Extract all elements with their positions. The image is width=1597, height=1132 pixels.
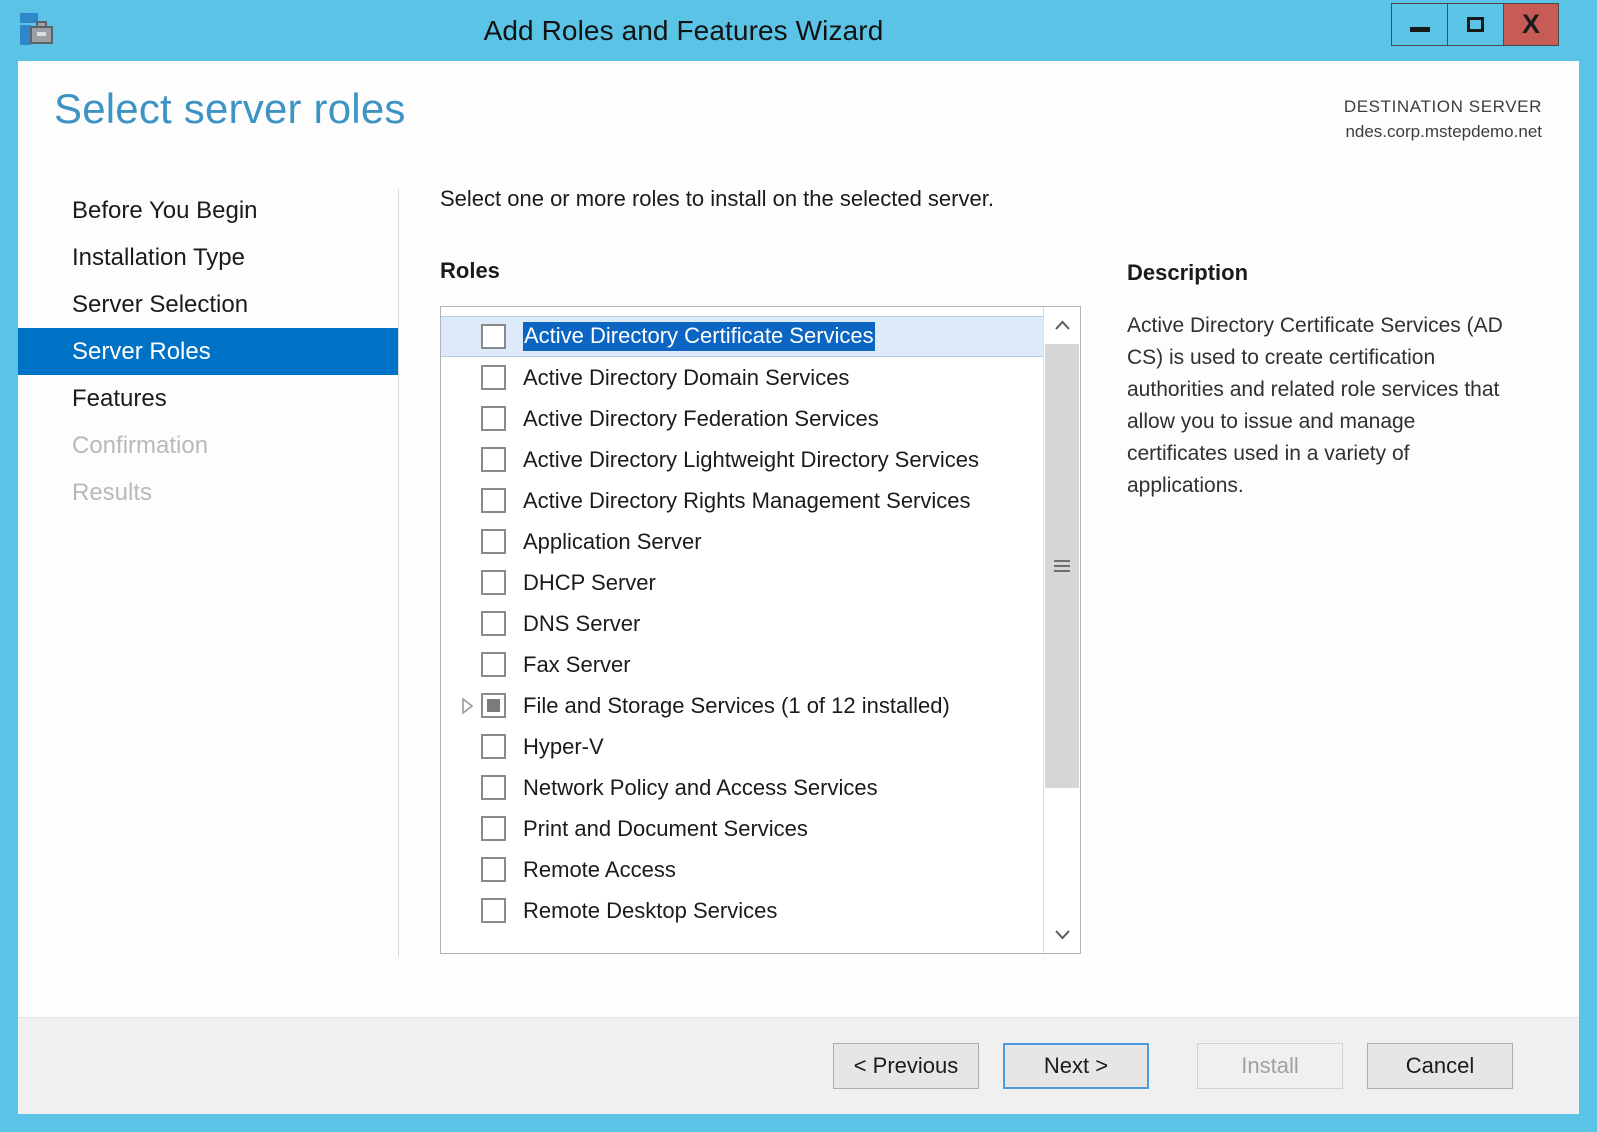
role-checkbox[interactable] [481, 816, 506, 841]
role-label: Active Directory Lightweight Directory S… [523, 446, 980, 472]
role-row-network-policy-and-access-services[interactable]: Network Policy and Access Services [441, 767, 1043, 808]
role-label: DHCP Server [523, 569, 656, 595]
scrollbar-grip-icon [1054, 557, 1070, 575]
scrollbar-track[interactable] [1044, 344, 1080, 916]
close-icon: X [1521, 9, 1540, 39]
window-title: Add Roles and Features Wizard [483, 14, 884, 46]
role-row-active-directory-certificate-services[interactable]: Active Directory Certificate Services [441, 316, 1043, 357]
sidebar-item-confirmation: Confirmation [72, 431, 209, 459]
sidebar-item-installation-type[interactable]: Installation Type [18, 234, 398, 281]
next-button[interactable]: Next > [1003, 1043, 1149, 1089]
page-title: Select server roles [54, 85, 406, 132]
role-checkbox[interactable] [481, 611, 506, 636]
previous-button[interactable]: < Previous [833, 1043, 979, 1089]
main-content: Select one or more roles to install on t… [398, 179, 1579, 1017]
role-label: Remote Access [523, 856, 676, 882]
role-checkbox[interactable] [481, 447, 506, 472]
sidebar-item-server-selection[interactable]: Server Selection [18, 281, 398, 328]
role-row-remote-access[interactable]: Remote Access [441, 849, 1043, 890]
role-label: Fax Server [523, 651, 631, 677]
roles-listbox[interactable]: Active Directory Certificate Services Ac… [440, 306, 1081, 954]
destination-server-block: DESTINATION SERVER ndes.corp.mstepdemo.n… [1344, 95, 1542, 144]
cancel-button[interactable]: Cancel [1367, 1043, 1513, 1089]
minimize-icon [1409, 27, 1430, 32]
role-row-dns-server[interactable]: DNS Server [441, 603, 1043, 644]
sidebar-item-server-roles[interactable]: Server Roles [18, 328, 398, 375]
role-row-remote-desktop-services[interactable]: Remote Desktop Services [441, 890, 1043, 931]
role-row-active-directory-federation-services[interactable]: Active Directory Federation Services [441, 398, 1043, 439]
role-label: Remote Desktop Services [523, 897, 778, 923]
sidebar-item-features[interactable]: Features [18, 375, 398, 422]
role-row-dhcp-server[interactable]: DHCP Server [441, 562, 1043, 603]
destination-server-label: DESTINATION SERVER [1343, 97, 1542, 116]
roles-heading: Roles [440, 258, 500, 283]
install-button: Install [1197, 1043, 1343, 1089]
destination-server-value: ndes.corp.mstepdemo.net [1345, 121, 1542, 141]
role-row-fax-server[interactable]: Fax Server [441, 644, 1043, 685]
role-label: Active Directory Rights Management Servi… [523, 487, 971, 513]
role-checkbox[interactable] [481, 734, 506, 759]
role-checkbox[interactable] [481, 488, 506, 513]
scroll-up-button[interactable] [1044, 307, 1080, 344]
role-row-print-and-document-services[interactable]: Print and Document Services [441, 808, 1043, 849]
role-label: Active Directory Domain Services [523, 364, 850, 390]
role-row-active-directory-domain-services[interactable]: Active Directory Domain Services [441, 357, 1043, 398]
role-checkbox[interactable] [481, 775, 506, 800]
client-area: Select server roles DESTINATION SERVER n… [18, 61, 1579, 1114]
role-checkbox[interactable] [481, 529, 506, 554]
window-controls: X [1391, 3, 1559, 46]
roles-column: Roles Active Directory Certificate Servi… [440, 258, 1081, 954]
roles-list: Active Directory Certificate Services Ac… [441, 307, 1043, 953]
roles-scrollbar[interactable] [1043, 307, 1080, 953]
role-label: Active Directory Federation Services [523, 405, 879, 431]
role-checkbox[interactable] [481, 693, 506, 718]
scrollbar-thumb[interactable] [1045, 344, 1079, 788]
wizard-nav-sidebar: Before You Begin Installation Type Serve… [18, 179, 398, 1017]
role-label: Active Directory Certificate Services [523, 322, 875, 351]
role-label: Print and Document Services [523, 815, 808, 841]
role-checkbox[interactable] [481, 406, 506, 431]
role-row-active-directory-rights-management-services[interactable]: Active Directory Rights Management Servi… [441, 480, 1043, 521]
role-checkbox[interactable] [481, 857, 506, 882]
description-heading: Description [1127, 260, 1249, 285]
server-features-toolbox-icon [14, 8, 58, 52]
role-checkbox[interactable] [481, 324, 506, 349]
close-button[interactable]: X [1503, 3, 1559, 46]
role-checkbox[interactable] [481, 365, 506, 390]
role-checkbox[interactable] [481, 652, 506, 677]
role-label: Network Policy and Access Services [523, 774, 878, 800]
body-area: Before You Begin Installation Type Serve… [18, 179, 1579, 1017]
role-checkbox[interactable] [481, 570, 506, 595]
description-column: Description Active Directory Certificate… [1081, 258, 1579, 954]
role-label: Hyper-V [523, 733, 604, 759]
role-row-file-and-storage-services[interactable]: File and Storage Services (1 of 12 insta… [441, 685, 1043, 726]
maximize-icon [1467, 17, 1484, 32]
role-checkbox[interactable] [481, 898, 506, 923]
scroll-down-button[interactable] [1044, 916, 1080, 953]
maximize-button[interactable] [1447, 3, 1503, 46]
chevron-right-icon[interactable] [453, 697, 481, 714]
wizard-window: Add Roles and Features Wizard X Select s… [0, 0, 1597, 1132]
title-bar: Add Roles and Features Wizard X [18, 0, 1579, 61]
role-row-active-directory-lightweight-directory-services[interactable]: Active Directory Lightweight Directory S… [441, 439, 1043, 480]
role-label: File and Storage Services (1 of 12 insta… [523, 692, 950, 718]
description-text: Active Directory Certificate Services (A… [1127, 314, 1503, 497]
minimize-button[interactable] [1391, 3, 1447, 46]
role-label: Application Server [523, 528, 702, 554]
role-label: DNS Server [523, 610, 641, 636]
role-row-application-server[interactable]: Application Server [441, 521, 1043, 562]
page-header: Select server roles DESTINATION SERVER n… [18, 61, 1579, 179]
sidebar-item-results: Results [72, 478, 153, 506]
role-row-hyper-v[interactable]: Hyper-V [441, 726, 1043, 767]
wizard-footer: < Previous Next > Install Cancel [18, 1017, 1579, 1114]
sidebar-item-before-you-begin[interactable]: Before You Begin [18, 187, 398, 234]
instruction-text: Select one or more roles to install on t… [440, 186, 994, 211]
